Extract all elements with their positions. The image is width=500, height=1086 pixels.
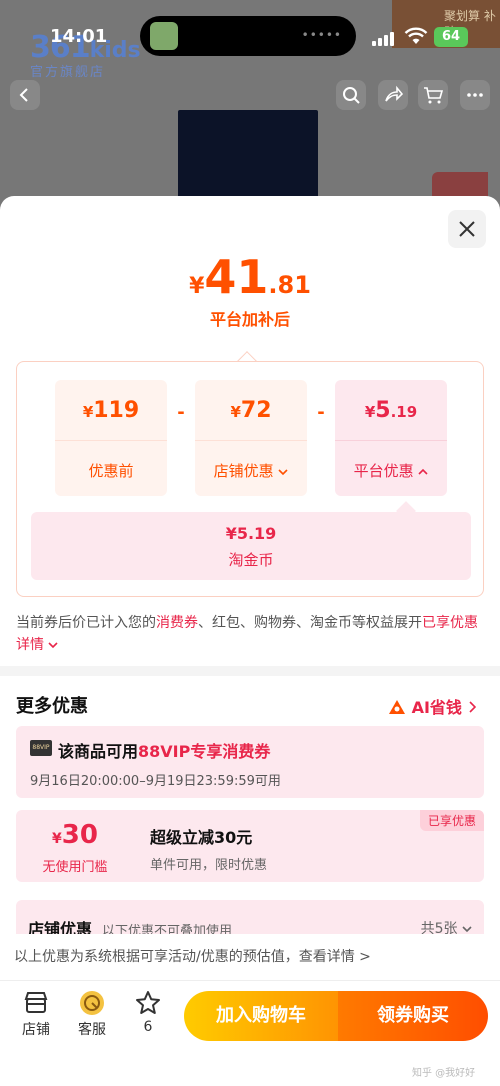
product-image <box>178 110 318 210</box>
star-icon <box>136 991 160 1014</box>
close-icon <box>459 221 475 237</box>
store-label: 店铺 <box>22 1022 50 1038</box>
add-to-cart-button[interactable]: 加入购物车 <box>184 991 338 1041</box>
final-price-caption: 平台加补后 <box>209 310 290 329</box>
close-button[interactable] <box>448 210 486 248</box>
shop-discount-label: 店铺优惠 <box>213 462 274 480</box>
minus-operator: - <box>177 402 185 423</box>
cellular-signal-icon <box>372 30 398 46</box>
chevron-right-icon <box>468 701 476 713</box>
customer-service-icon <box>80 991 104 1015</box>
more-button[interactable] <box>460 80 490 110</box>
breakdown-original-price: ¥119 优惠前 <box>55 380 167 496</box>
island-dots-icon: ••••• <box>301 28 342 42</box>
final-price-integer: 41 <box>204 250 269 304</box>
status-time: 14:01 <box>50 26 108 47</box>
original-price-label: 优惠前 <box>88 462 134 480</box>
coupon-title: 超级立减30元 <box>150 828 253 847</box>
back-button[interactable] <box>10 80 40 110</box>
customer-service-tab[interactable]: 客服 <box>66 989 118 1039</box>
share-button[interactable] <box>378 80 408 110</box>
share-icon <box>385 85 403 102</box>
original-price-currency: ¥ <box>82 403 94 421</box>
breakdown-platform-discount[interactable]: ¥5.19 平台优惠 <box>335 380 447 496</box>
store-icon <box>24 992 48 1013</box>
taojinbi-label: 淘金币 <box>228 551 274 569</box>
section-divider <box>0 666 500 676</box>
coupon-amount: ¥30 <box>52 820 98 850</box>
coupon-description: 单件可用，限时优惠 <box>150 858 268 873</box>
platform-discount-decimal: .19 <box>390 403 418 421</box>
chevron-up-icon <box>418 468 428 475</box>
buy-with-coupon-button[interactable]: 领券购买 <box>338 991 488 1041</box>
final-price: ¥41.81 <box>0 250 500 304</box>
breakdown-shop-discount[interactable]: ¥72 店铺优惠 <box>195 380 307 496</box>
ai-sparkle-icon <box>389 700 405 714</box>
customer-service-label: 客服 <box>78 1022 106 1038</box>
platform-discount-label: 平台优惠 <box>353 462 414 480</box>
shop-discount-value: 72 <box>240 398 272 423</box>
original-price-value: 119 <box>93 398 140 423</box>
taojinbi-value: ¥5.19 <box>225 524 277 543</box>
wifi-icon <box>404 27 428 44</box>
battery-indicator: 64 <box>434 27 468 47</box>
island-app-thumbnail <box>150 22 178 50</box>
favorite-tab[interactable]: 6 <box>122 989 174 1035</box>
ai-saving-link[interactable]: AI省钱 <box>388 694 476 718</box>
platform-discount-value: 5 <box>375 398 391 423</box>
instant-discount-card[interactable]: ¥30 无使用门槛 超级立减30元 单件可用，限时优惠 已享优惠 <box>16 810 484 882</box>
vip-coupon-card[interactable]: 88VIP 该商品可用88VIP专享消费券 9月16日20:00:00–9月19… <box>16 726 484 798</box>
platform-discount-currency: ¥ <box>364 403 376 421</box>
coupon-condition: 无使用门槛 <box>42 860 108 875</box>
disclaimer-link[interactable]: 以上优惠为系统根据可享活动/优惠的预估值，查看详情 > <box>0 934 500 980</box>
final-price-decimal: .81 <box>268 271 311 299</box>
chevron-left-icon <box>19 88 28 102</box>
more-dots-icon <box>467 93 483 97</box>
chevron-down-icon <box>48 642 59 649</box>
chevron-down-icon <box>278 469 288 476</box>
vip-badge: 88VIP <box>30 740 52 756</box>
more-offers-title: 更多优惠 <box>16 696 88 717</box>
cart-button[interactable] <box>418 80 448 110</box>
price-detail-sheet: ¥41.81 平台加补后 ¥119 优惠前 - ¥72 店铺优惠 - ¥5.19… <box>0 196 500 1086</box>
shop-discount-currency: ¥ <box>230 403 241 421</box>
price-note: 当前券后价已计入您的消费券、红包、购物券、淘金币等权益展开已享优惠详情 <box>16 615 478 653</box>
minus-operator: - <box>317 402 325 423</box>
consumption-coupon-link[interactable]: 消费券 <box>156 615 198 631</box>
brand-logo-sub: 官方旗舰店 <box>30 65 106 80</box>
watermark: 知乎 @我好好 <box>412 1068 476 1079</box>
chevron-down-icon <box>462 926 472 933</box>
final-price-currency: ¥ <box>189 274 205 299</box>
price-breakdown: ¥119 优惠前 - ¥72 店铺优惠 - ¥5.19 平台优惠 ¥5.19 淘… <box>16 361 484 597</box>
dynamic-island: ••••• <box>140 16 356 56</box>
vip-coupon-time: 9月16日20:00:00–9月19日23:59:59可用 <box>30 774 281 789</box>
favorite-count: 6 <box>143 1019 153 1035</box>
store-tab[interactable]: 店铺 <box>10 989 62 1039</box>
status-bar: 14:01 ••••• 64 <box>0 0 500 56</box>
search-button[interactable] <box>336 80 366 110</box>
taojinbi-discount: ¥5.19 淘金币 <box>31 512 471 580</box>
search-icon <box>343 87 360 104</box>
cart-icon <box>424 87 443 104</box>
enjoyed-badge: 已享优惠 <box>419 810 484 831</box>
vip-coupon-title: 该商品可用88VIP专享消费券 <box>58 742 271 761</box>
